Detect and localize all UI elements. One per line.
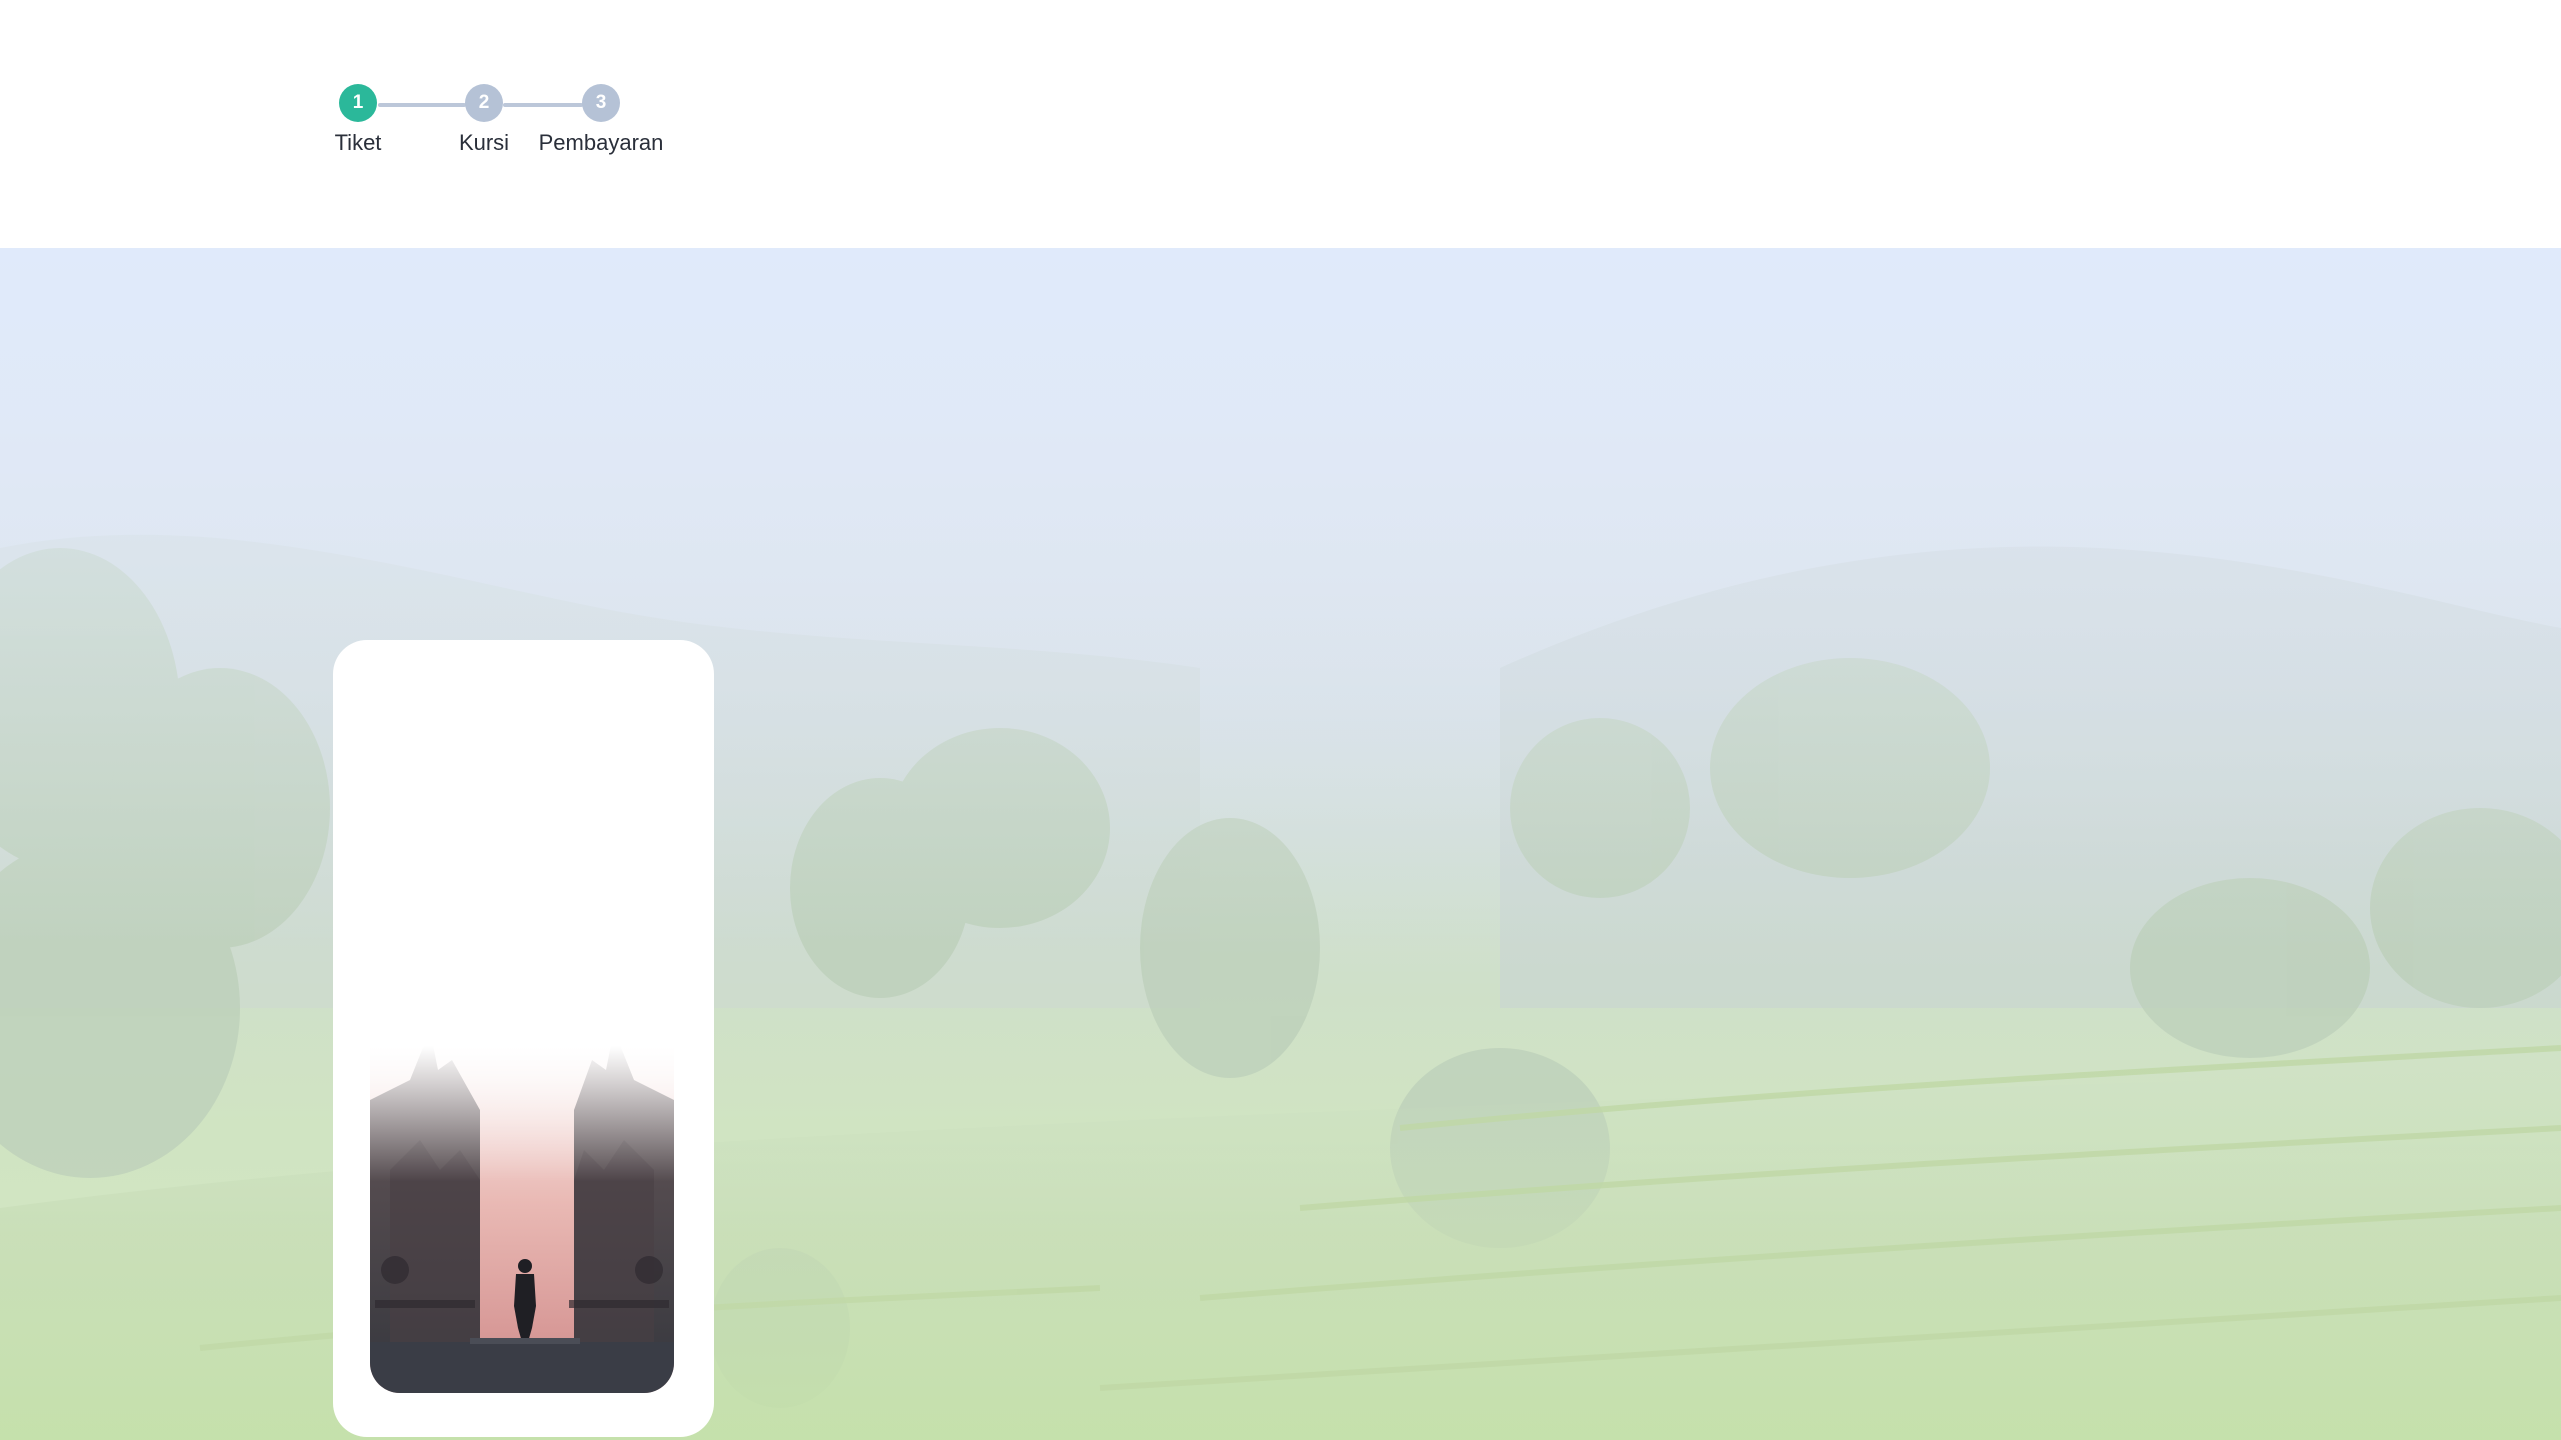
- booking-stepper: 1 Tiket 2 Kursi 3 Pembayaran: [0, 0, 2561, 248]
- step-number-badge: 1: [339, 84, 377, 122]
- step-number-badge: 2: [465, 84, 503, 122]
- step-label: Pembayaran: [538, 130, 664, 155]
- temple-gate-image: [370, 970, 674, 1393]
- hero-section: [0, 248, 2561, 1440]
- temple-gate-illustration: [370, 970, 674, 1393]
- step-number-badge: 3: [582, 84, 620, 122]
- booking-page: 1 Tiket 2 Kursi 3 Pembayaran: [0, 0, 2561, 1440]
- step-pembayaran[interactable]: 3 Pembayaran: [501, 84, 701, 156]
- step-label: Tiket: [334, 130, 382, 155]
- booking-header: 1 Tiket 2 Kursi 3 Pembayaran: [0, 0, 2561, 248]
- destination-card[interactable]: [333, 640, 714, 1437]
